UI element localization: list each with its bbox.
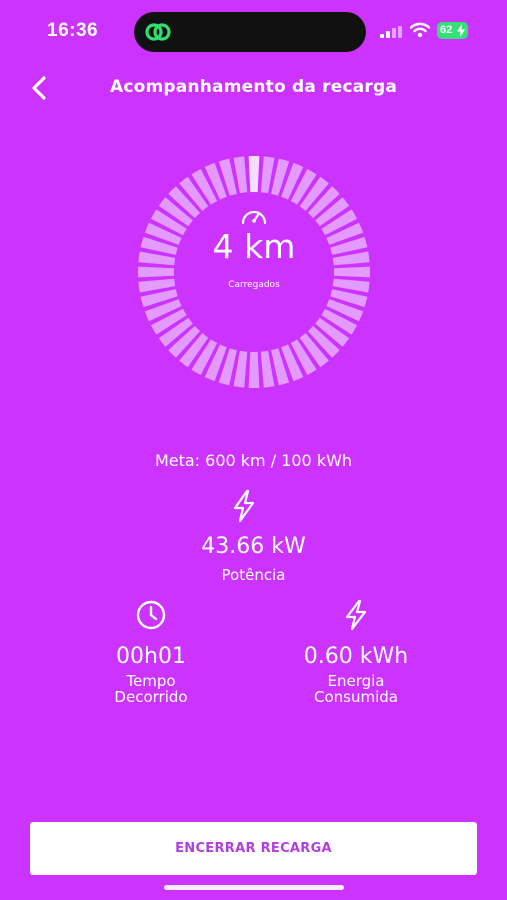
elapsed-time-label-line2: Decorrido xyxy=(114,688,188,706)
charged-distance-label: Carregados xyxy=(228,280,280,290)
elapsed-time-stat: 00h01 Tempo Decorrido xyxy=(51,598,251,705)
gauge-icon xyxy=(241,210,267,225)
charging-bolt-icon xyxy=(457,24,465,37)
power-value: 43.66 kW xyxy=(201,534,306,559)
elapsed-time-value: 00h01 xyxy=(116,644,186,669)
ring-center: 4 km Carregados xyxy=(137,155,371,389)
clock-icon xyxy=(136,600,166,630)
energy-consumed-label-line1: Energia xyxy=(327,672,385,690)
dynamic-island xyxy=(134,12,366,52)
charged-distance-value: 4 km xyxy=(212,227,296,266)
page-title: Acompanhamento da recarga xyxy=(109,77,398,97)
wifi-icon xyxy=(410,22,430,38)
charge-progress-ring: 4 km Carregados xyxy=(137,155,371,389)
header: Acompanhamento da recarga xyxy=(0,64,507,110)
battery-indicator: 62 xyxy=(437,22,468,39)
lightning-icon xyxy=(233,489,255,523)
end-charge-button[interactable]: ENCERRAR RECARGA xyxy=(30,822,477,875)
link-app-icon xyxy=(145,23,171,41)
energy-consumed-value: 0.60 kWh xyxy=(303,644,409,669)
home-indicator[interactable] xyxy=(164,885,344,890)
charge-goal: Meta: 600 km / 100 kWh xyxy=(154,451,353,470)
energy-consumed-label-line2: Consumida xyxy=(314,688,398,706)
energy-consumed-label: Energia Consumida xyxy=(256,673,456,705)
lightning-icon xyxy=(345,599,367,631)
status-bar: 16:36 62 xyxy=(0,0,507,62)
battery-level: 62 xyxy=(440,24,453,36)
status-time: 16:36 xyxy=(47,20,99,41)
elapsed-time-label-line1: Tempo xyxy=(126,672,176,690)
energy-consumed-stat: 0.60 kWh Energia Consumida xyxy=(256,598,456,705)
elapsed-time-label: Tempo Decorrido xyxy=(51,673,251,705)
cellular-signal-icon xyxy=(380,26,402,38)
power-label: Potência xyxy=(221,566,286,584)
